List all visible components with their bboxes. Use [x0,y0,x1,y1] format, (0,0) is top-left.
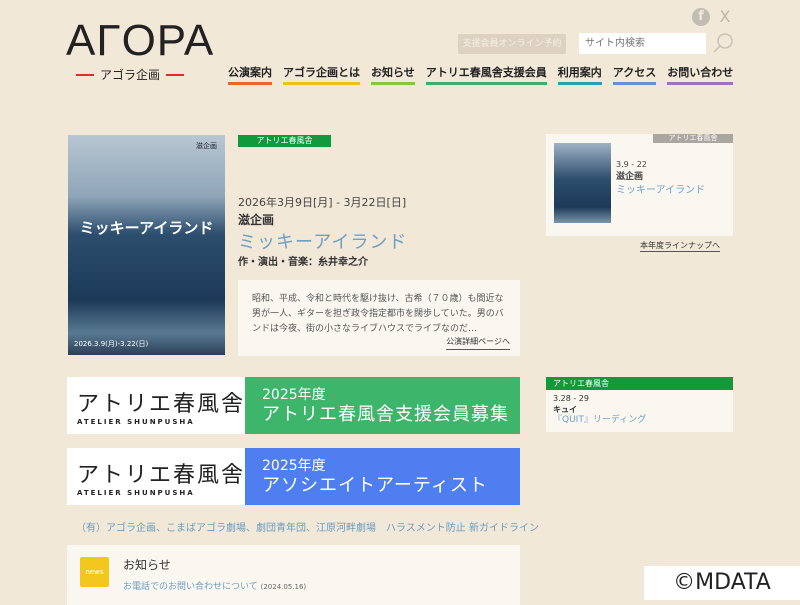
performance-date: 2026年3月9日[月] - 3月22日[日] [238,196,407,209]
main-nav: 公演案内 アゴラ企画とは お知らせ アトリエ春風舎支援会員 利用案内 アクセス … [228,64,734,85]
banner-logo-jp: アトリエ春風舎 [77,462,246,488]
watermark: ©MDATA [644,566,800,600]
social-links: f X [692,8,734,26]
x-icon[interactable]: X [716,8,734,26]
nav-performances[interactable]: 公演案内 [228,64,272,85]
side-card-2-title[interactable]: 『QUIT』リーディング [553,415,726,426]
banner-logo-en: ATELIER SHUNPUSHA [77,488,195,497]
banner-message: アソシエイトアーティスト [262,475,488,496]
side-card-2-date: 3.28 - 29 [553,394,589,403]
search-icon[interactable] [712,32,734,54]
performance-description: 昭和、平成、令和と時代を駆け抜け、古希（７０歳）も間近な男が一人、ギターを担ぎ政… [238,280,520,356]
logo-main: AΓOPA [66,16,215,65]
side-card-2[interactable]: アトリエ春風舎 3.28 - 29 キュイ 『QUIT』リーディング [546,377,733,432]
description-text: 昭和、平成、令和と時代を駆け抜け、古希（７０歳）も間近な男が一人、ギターを担ぎ政… [252,294,504,334]
banner-year: 2025年度 [262,458,326,474]
banner-year: 2025年度 [262,387,326,403]
nav-usage[interactable]: 利用案内 [557,64,602,85]
side-card-2-tag: アトリエ春風舎 [546,377,733,390]
news-item-title[interactable]: お電話でのお問い合わせについて [123,582,258,592]
side-card-tag: アトリエ春風舎 [653,134,733,143]
news-item[interactable]: お電話でのお問い合わせについて (2024.05.16) [123,579,306,592]
performance-org: 滋企画 [238,213,275,227]
side-card-2-org: キュイ [553,405,577,414]
news-icon: news [80,557,109,587]
news-item-date: (2024.05.16) [260,583,307,591]
banner-logo-en: ATELIER SHUNPUSHA [77,417,195,426]
banner-logo-jp: アトリエ春風舎 [77,391,246,417]
featured-poster[interactable]: 滋企画 ミッキーアイランド 2026.3.9(月)-3.22(日) [68,135,225,355]
banner-message: アトリエ春風舎支援会員募集 [262,404,509,425]
news-heading: お知らせ [123,558,171,572]
nav-contact[interactable]: お問い合わせ [667,64,734,85]
facebook-icon[interactable]: f [692,8,710,26]
poster-date: 2026.3.9(月)-3.22(日) [74,340,149,348]
nav-news[interactable]: お知らせ [371,64,415,85]
venue-badge: アトリエ春風舎 [238,135,331,147]
related-links[interactable]: （有）アゴラ企画、こまばアゴラ劇場、劇団青年団、江原河畔劇場 ハラスメント防止 … [76,519,539,534]
reserve-button[interactable]: 支援会員オンライン予約 [458,34,566,54]
nav-support-members[interactable]: アトリエ春風舎支援会員 [425,64,547,85]
news-section: news お知らせ お電話でのお問い合わせについて (2024.05.16) [67,545,520,605]
logo-sub: アゴラ企画 [66,66,194,83]
side-card-title[interactable]: ミッキーアイランド [616,184,705,197]
side-card-date: 3.9 - 22 [616,160,647,169]
logo[interactable]: AΓOPA アゴラ企画 [66,16,215,83]
poster-company: 滋企画 [196,142,217,150]
details-link[interactable]: 公演詳細ページへ [446,334,510,350]
nav-about[interactable]: アゴラ企画とは [283,64,360,85]
performance-title[interactable]: ミッキーアイランド [238,228,407,254]
nav-access[interactable]: アクセス [612,64,657,85]
search-input[interactable] [579,33,706,54]
side-card-org: 滋企画 [616,172,644,182]
logo-sub-text: アゴラ企画 [99,68,160,82]
side-card-thumbnail[interactable] [554,143,611,223]
side-card-info: 3.9 - 22 滋企画 ミッキーアイランド [616,158,705,197]
support-member-banner[interactable]: アトリエ春風舎 ATELIER SHUNPUSHA 2025年度 アトリエ春風舎支援… [67,377,520,434]
lineup-link[interactable]: 本年度ラインナップへ [640,240,720,252]
poster-title: ミッキーアイランド [79,219,214,237]
performance-credit: 作・演出・音楽：糸井幸之介 [238,257,368,268]
associate-artist-banner[interactable]: アトリエ春風舎 ATELIER SHUNPUSHA 2025年度 アソシエイトアーテ… [67,448,520,505]
